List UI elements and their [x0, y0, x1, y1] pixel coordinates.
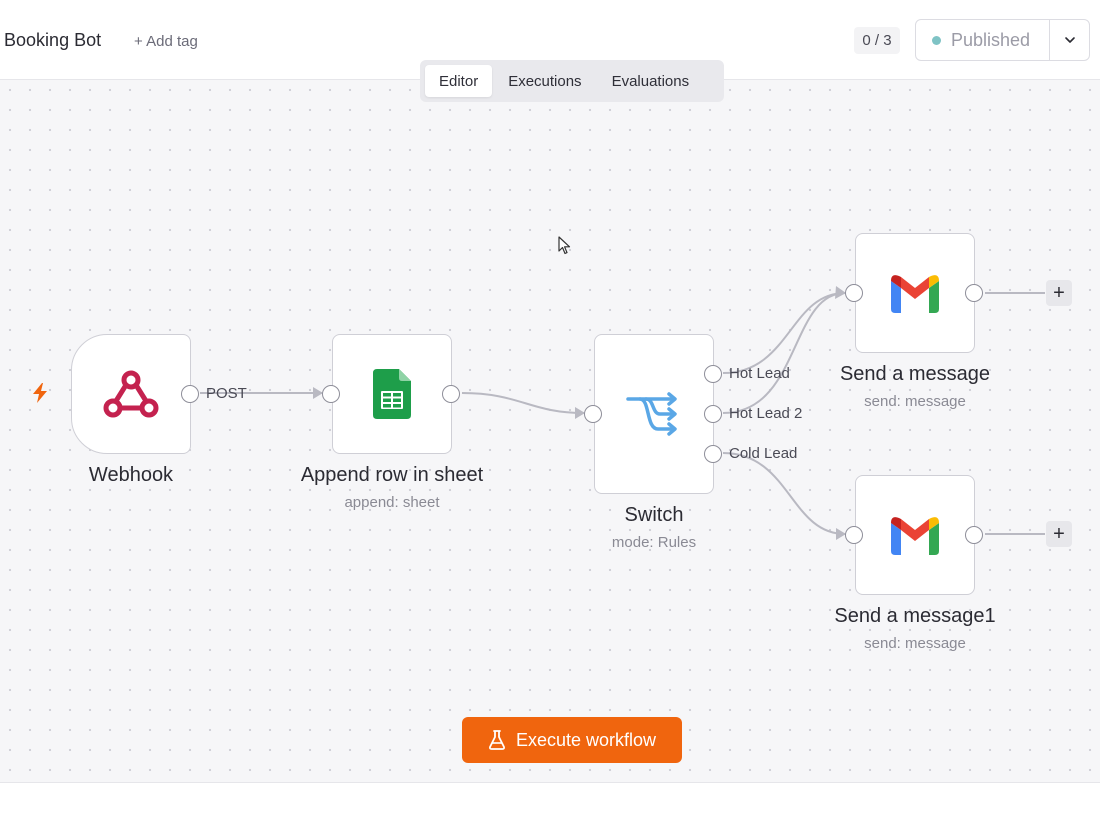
edge-hotlead2-to-send	[722, 292, 846, 414]
edge-label-hot-lead-2: Hot Lead 2	[729, 405, 803, 422]
node-title-append-row: Append row in sheet	[300, 464, 484, 486]
node-send-a-message1[interactable]	[845, 475, 983, 595]
edge-sheet-to-switch	[461, 392, 585, 414]
send1-input-handle[interactable]	[845, 526, 863, 544]
add-node-after-send1-button[interactable]: +	[1046, 521, 1072, 547]
switch-input-handle[interactable]	[584, 405, 602, 423]
edge-label-post: POST	[206, 385, 247, 402]
tab-executions[interactable]: Executions	[494, 65, 595, 97]
tab-evaluations[interactable]: Evaluations	[598, 65, 704, 97]
gmail-icon	[891, 275, 939, 313]
sheet-output-handle[interactable]	[442, 385, 460, 403]
node-webhook[interactable]	[71, 334, 199, 454]
node-title-send-a-message1: Send a message1	[834, 605, 996, 627]
send1-output-handle[interactable]	[965, 526, 983, 544]
bottom-panel	[0, 782, 1100, 825]
node-subtitle-send-a-message1: send: message	[864, 635, 966, 652]
switch-output-hot-lead[interactable]	[704, 365, 722, 383]
execute-workflow-button[interactable]: Execute workflow	[462, 717, 682, 763]
node-subtitle-switch: mode: Rules	[611, 534, 697, 551]
edge-label-hot-lead: Hot Lead	[729, 365, 790, 382]
mouse-cursor-icon	[558, 236, 571, 255]
node-title-switch: Switch	[624, 504, 684, 526]
switch-icon	[626, 392, 677, 436]
send-output-handle[interactable]	[965, 284, 983, 302]
send-input-handle[interactable]	[845, 284, 863, 302]
node-title-send-a-message: Send a message	[839, 363, 991, 385]
tab-editor[interactable]: Editor	[425, 65, 493, 97]
node-title-webhook: Webhook	[88, 464, 174, 486]
switch-output-cold-lead[interactable]	[704, 445, 722, 463]
switch-output-hot-lead-2[interactable]	[704, 405, 722, 423]
node-send-a-message[interactable]	[845, 233, 983, 353]
node-append-row-in-sheet[interactable]	[322, 334, 460, 454]
trigger-bolt-icon	[33, 383, 47, 403]
edge-label-cold-lead: Cold Lead	[729, 445, 798, 462]
webhook-output-handle[interactable]	[181, 385, 199, 403]
edge-hotlead-to-send	[722, 292, 846, 374]
webhook-icon	[103, 370, 159, 418]
add-node-after-send-button[interactable]: +	[1046, 280, 1072, 306]
view-tabs: Editor Executions Evaluations	[420, 60, 724, 102]
gmail-icon	[891, 517, 939, 555]
google-sheets-icon	[373, 369, 411, 419]
sheet-input-handle[interactable]	[322, 385, 340, 403]
execute-workflow-label: Execute workflow	[515, 729, 657, 750]
edge-coldlead-to-send1	[722, 452, 846, 535]
node-switch[interactable]	[584, 334, 722, 494]
flask-icon	[488, 730, 505, 750]
node-subtitle-send-a-message: send: message	[864, 393, 966, 410]
node-subtitle-append-row: append: sheet	[344, 494, 440, 511]
